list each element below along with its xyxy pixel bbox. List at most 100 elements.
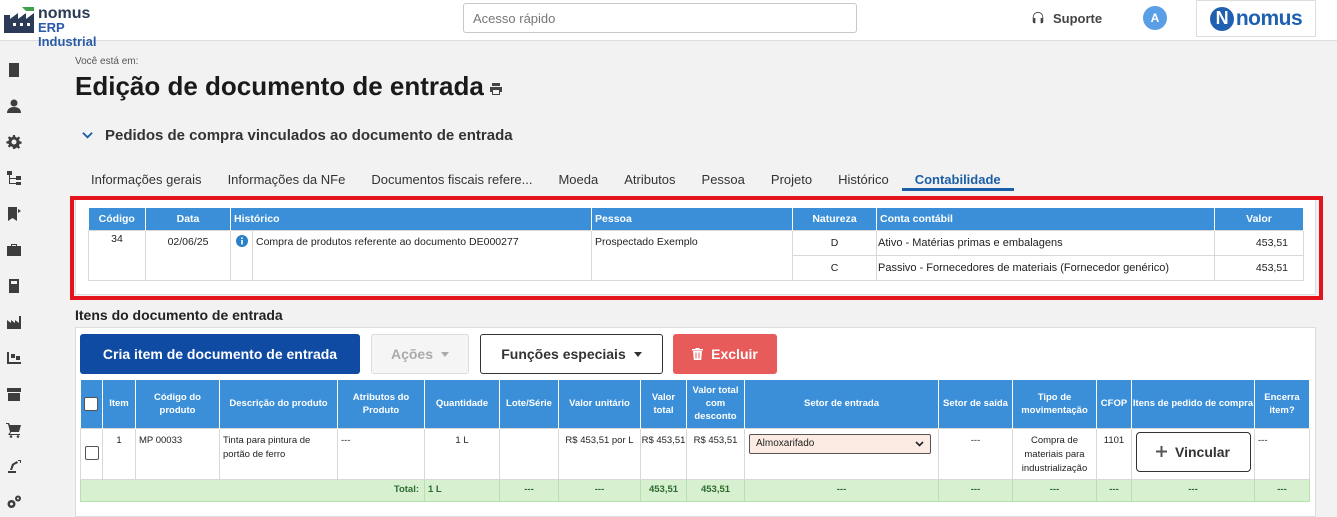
user-avatar[interactable]: A	[1143, 6, 1167, 30]
col-lote-serie: Lote/Série	[499, 380, 559, 428]
delete-button[interactable]: Excluir	[673, 334, 777, 374]
printer-icon[interactable]	[489, 83, 503, 95]
nomus-brand-logo: Nnomus	[1196, 0, 1316, 37]
robot-arm-icon[interactable]	[5, 457, 23, 475]
bookmark-icon[interactable]	[5, 205, 23, 223]
cell-descricao: Tinta para pintura de portão de ferro	[219, 427, 338, 480]
brand-text: nomus	[1235, 6, 1303, 30]
total-valor-total: 453,51	[640, 478, 687, 502]
linked-orders-section-toggle[interactable]: Pedidos de compra vinculados ao document…	[82, 127, 513, 144]
cell-tipo-movimentacao: Compra de materiais para industrializaçã…	[1012, 427, 1097, 480]
headset-icon	[1032, 11, 1044, 24]
brand-initial: N	[1209, 6, 1234, 31]
highlight-frame	[70, 196, 1323, 300]
col-quantidade: Quantidade	[424, 380, 500, 428]
cart-icon[interactable]	[5, 421, 23, 439]
actions-label: Ações	[390, 346, 434, 362]
tab-informacoes-nfe[interactable]: Informações da NFe	[215, 167, 359, 191]
link-purchase-order-button[interactable]: Vincular	[1135, 431, 1251, 472]
row-checkbox[interactable]	[84, 446, 99, 461]
cell-lote	[499, 427, 559, 480]
cell-encerra: ---	[1254, 427, 1310, 480]
actions-dropdown-button[interactable]: Ações	[371, 334, 469, 374]
table-row: 1 MP 00033 Tinta para pintura de portão …	[80, 427, 1310, 480]
quick-access-search-input[interactable]	[463, 3, 857, 33]
tab-atributos[interactable]: Atributos	[611, 167, 688, 191]
logo-subtitle: ERP Industrial	[38, 20, 97, 49]
archive-icon[interactable]	[5, 385, 23, 403]
user-icon[interactable]	[5, 97, 23, 115]
page-title: Edição de documento de entrada	[75, 71, 484, 101]
col-valor-unitario: Valor unitário	[558, 380, 641, 428]
special-functions-label: Funções especiais	[501, 346, 626, 362]
tab-bar: Informações gerais Informações da NFe Do…	[78, 167, 1014, 197]
delete-label: Excluir	[711, 346, 758, 362]
col-codigo-produto: Código do produto	[135, 380, 220, 428]
total-valor-desconto: 453,51	[686, 478, 745, 502]
col-tipo-movimentacao: Tipo de movimentação	[1012, 380, 1097, 428]
col-item: Item	[102, 380, 136, 428]
setor-entrada-value: Almoxarifado	[756, 437, 815, 449]
cell-setor-entrada: Almoxarifado	[744, 427, 939, 480]
top-bar: nomus ERP Industrial Suporte A Nnomus	[0, 0, 1337, 49]
special-functions-dropdown-button[interactable]: Funções especiais	[480, 334, 663, 374]
caret-down-icon	[441, 351, 450, 357]
cell-quantidade: 1 L	[424, 427, 500, 480]
row-select-cell[interactable]	[80, 427, 103, 480]
plus-icon	[1156, 446, 1167, 457]
setor-entrada-select[interactable]: Almoxarifado	[749, 433, 931, 454]
total-tipo-movimentacao: ---	[1012, 478, 1097, 502]
warehouse-icon[interactable]	[5, 349, 23, 367]
total-quantidade: 1 L	[424, 478, 500, 502]
total-label: Total:	[80, 478, 425, 502]
support-label: Suporte	[1053, 10, 1103, 26]
total-lote: ---	[499, 478, 559, 502]
book-icon[interactable]	[5, 277, 23, 295]
total-setor-saida: ---	[938, 478, 1013, 502]
col-valor-total: Valor total	[640, 380, 687, 428]
items-section-title: Itens do documento de entrada	[75, 307, 283, 323]
cell-codigo: MP 00033	[135, 427, 220, 480]
select-all-checkbox[interactable]	[84, 396, 99, 411]
cell-valor-desconto: R$ 453,51	[686, 427, 745, 480]
hierarchy-icon[interactable]	[5, 169, 23, 187]
briefcase-icon[interactable]	[5, 241, 23, 259]
cell-atributos: ---	[337, 427, 425, 480]
gears-icon[interactable]	[5, 493, 23, 511]
app-logo[interactable]: nomus ERP Industrial	[4, 4, 124, 49]
col-itens-pedido: Itens de pedido de compra	[1131, 380, 1255, 428]
total-row: Total: 1 L --- --- 453,51 453,51 --- ---…	[80, 478, 1310, 502]
gear-icon[interactable]	[5, 133, 23, 151]
total-cfop: ---	[1096, 478, 1132, 502]
select-all-cell[interactable]	[80, 380, 103, 428]
cell-cfop: 1101	[1096, 427, 1132, 480]
cell-valor-total: R$ 453,51	[640, 427, 687, 480]
link-label: Vincular	[1175, 443, 1230, 460]
cell-setor-saida: ---	[938, 427, 1013, 480]
cell-valor-unitario: R$ 453,51 por L	[558, 427, 641, 480]
support-link[interactable]: Suporte	[1031, 9, 1102, 27]
tab-projeto[interactable]: Projeto	[758, 167, 825, 191]
chevron-down-icon	[82, 132, 93, 139]
tab-documentos-fiscais[interactable]: Documentos fiscais refere...	[358, 167, 545, 191]
caret-down-icon	[633, 351, 642, 357]
section-title: Pedidos de compra vinculados ao document…	[105, 127, 513, 144]
col-valor-desconto: Valor total com desconto	[686, 380, 745, 428]
col-setor-entrada: Setor de entrada	[744, 380, 939, 428]
tab-historico[interactable]: Histórico	[825, 167, 902, 191]
tab-moeda[interactable]: Moeda	[545, 167, 611, 191]
col-encerra-item: Encerra item?	[1254, 380, 1310, 428]
document-icon[interactable]	[5, 61, 23, 79]
create-item-button[interactable]: Cria item de documento de entrada	[80, 334, 360, 374]
total-encerra: ---	[1254, 478, 1310, 502]
col-atributos-produto: Atributos do Produto	[337, 380, 425, 428]
trash-icon	[692, 348, 704, 360]
total-valor-unitario: ---	[558, 478, 641, 502]
chevron-down-icon	[915, 440, 924, 447]
total-setor-entrada: ---	[744, 478, 939, 502]
tab-contabilidade[interactable]: Contabilidade	[901, 167, 1014, 191]
col-setor-saida: Setor de saída	[938, 380, 1013, 428]
tab-informacoes-gerais[interactable]: Informações gerais	[78, 167, 215, 191]
factory-icon[interactable]	[5, 313, 23, 331]
tab-pessoa[interactable]: Pessoa	[689, 167, 758, 191]
